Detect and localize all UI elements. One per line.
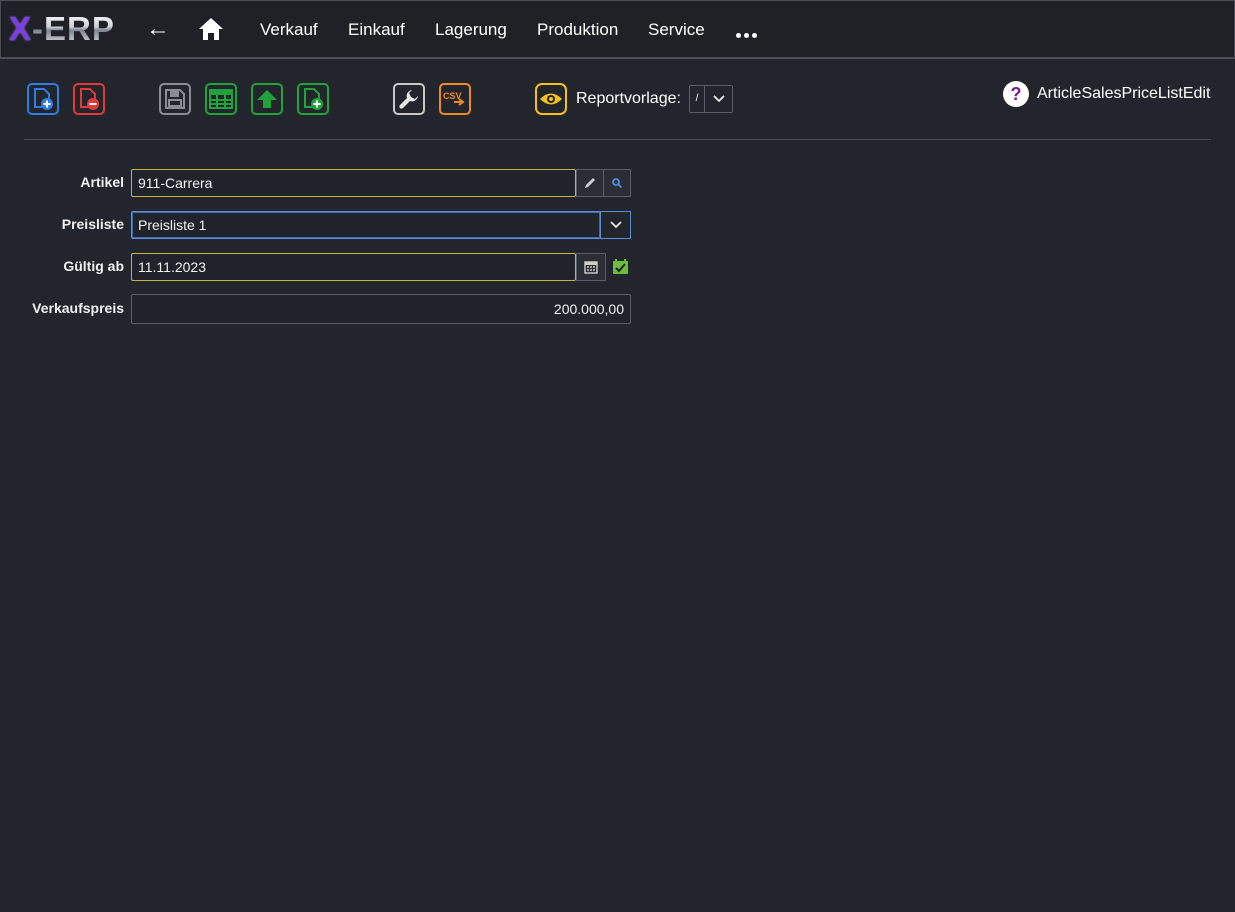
calendar-check-icon[interactable] (612, 258, 629, 280)
more-menu-icon[interactable] (736, 25, 760, 43)
chevron-down-icon (713, 95, 725, 103)
nav-service[interactable]: Service (648, 20, 705, 40)
pricelist-label: Preisliste (61, 216, 124, 232)
csv-icon: CSV (443, 91, 465, 106)
delete-document-button[interactable] (73, 83, 105, 115)
new-document-button[interactable] (27, 83, 59, 115)
search-icon (612, 178, 623, 189)
nav-lagerung[interactable]: Lagerung (435, 20, 507, 40)
article-input[interactable]: 911-Carrera (131, 169, 576, 197)
eye-icon (540, 93, 562, 105)
csv-export-button[interactable]: CSV (439, 83, 471, 115)
calendar-icon (584, 261, 598, 274)
logo-x: X (9, 10, 33, 47)
report-template-value: / (690, 86, 705, 112)
article-search-button[interactable] (603, 169, 631, 197)
toolbar-divider (24, 139, 1211, 140)
logo-text: -ERP (32, 10, 115, 47)
back-arrow-icon[interactable]: ← (146, 15, 170, 43)
pencil-icon (585, 178, 595, 188)
save-icon (165, 89, 185, 109)
report-template-label: Reportvorlage: (576, 90, 681, 107)
save-button[interactable] (159, 83, 191, 115)
upload-button[interactable] (251, 83, 283, 115)
sales-price-input[interactable]: 200.000,00 (131, 294, 631, 324)
article-edit-button[interactable] (576, 169, 604, 197)
delete-document-icon (80, 88, 99, 110)
pricelist-dropdown-button[interactable] (600, 211, 631, 239)
report-template-select[interactable]: / (689, 85, 733, 113)
upload-arrow-icon (257, 90, 277, 108)
preview-button[interactable] (535, 83, 567, 115)
sales-price-label: Verkaufspreis (32, 300, 124, 316)
form-name: ArticleSalesPriceListEdit (1037, 85, 1211, 102)
table-icon (209, 89, 233, 109)
valid-from-input[interactable]: 11.11.2023 (131, 253, 576, 281)
help-icon[interactable]: ? (1003, 81, 1029, 107)
add-document-icon (304, 88, 323, 110)
nav-verkauf[interactable]: Verkauf (260, 20, 318, 40)
article-label: Artikel (80, 174, 124, 190)
home-icon[interactable] (198, 17, 224, 46)
table-view-button[interactable] (205, 83, 237, 115)
calendar-button[interactable] (576, 253, 606, 281)
new-document-icon (34, 88, 53, 110)
nav-produktion[interactable]: Produktion (537, 20, 618, 40)
chevron-down-icon (609, 221, 622, 229)
nav-einkauf[interactable]: Einkauf (348, 20, 405, 40)
app-logo[interactable]: X-ERP (9, 10, 115, 48)
top-navigation-bar: X-ERP ← Verkauf Einkauf Lagerung Produkt… (0, 0, 1235, 59)
wrench-icon (399, 90, 418, 109)
valid-from-label: Gültig ab (63, 258, 124, 274)
pricelist-select[interactable]: Preisliste 1 (131, 211, 601, 239)
add-document-button[interactable] (297, 83, 329, 115)
settings-button[interactable] (393, 83, 425, 115)
